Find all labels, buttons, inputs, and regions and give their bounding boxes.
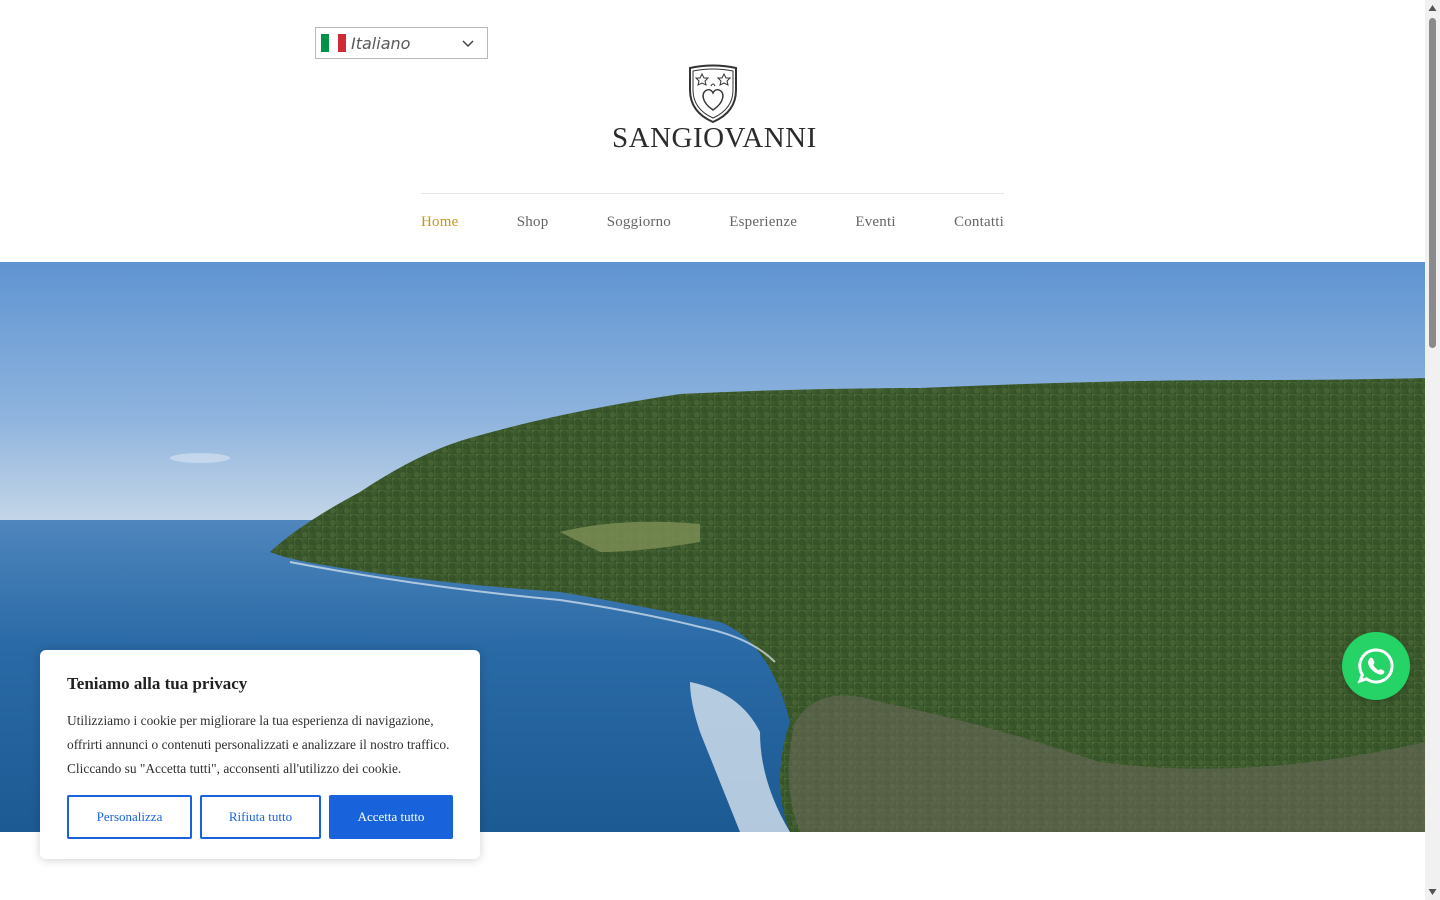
reject-all-button[interactable]: Rifiuta tutto [200,795,321,839]
scrollbar[interactable] [1425,0,1440,900]
scroll-down-icon[interactable] [1428,888,1437,896]
main-nav: Home Shop Soggiorno Esperienze Eventi Co… [421,214,1004,231]
cookie-actions: Personalizza Rifiuta tutto Accetta tutto [67,795,453,839]
nav-divider [421,193,1004,194]
nav-item-soggiorno[interactable]: Soggiorno [607,214,671,231]
cookie-title: Teniamo alla tua privacy [67,674,248,693]
logo-text: SANGIOVANNI [612,122,817,154]
nav-item-eventi[interactable]: Eventi [855,214,895,231]
whatsapp-icon [1357,648,1394,684]
scrollbar-thumb[interactable] [1429,18,1436,348]
crest-icon [689,64,737,124]
site-logo[interactable]: SANGIOVANNI [612,64,817,154]
cookie-banner: Teniamo alla tua privacy Utilizziamo i c… [40,650,480,859]
nav-item-contatti[interactable]: Contatti [954,214,1004,231]
nav-item-home[interactable]: Home [421,214,458,231]
customize-button[interactable]: Personalizza [67,795,192,839]
scroll-up-icon[interactable] [1428,4,1437,12]
nav-item-shop[interactable]: Shop [517,214,549,231]
accept-all-button[interactable]: Accetta tutto [329,795,453,839]
whatsapp-button[interactable] [1342,632,1410,700]
nav-item-esperienze[interactable]: Esperienze [729,214,797,231]
language-label: Italiano [351,33,411,53]
cookie-text: Utilizziamo i cookie per migliorare la t… [67,713,450,776]
italy-flag-icon [321,34,346,52]
chevron-down-icon [462,40,474,48]
language-selector[interactable]: Italiano [315,27,488,59]
